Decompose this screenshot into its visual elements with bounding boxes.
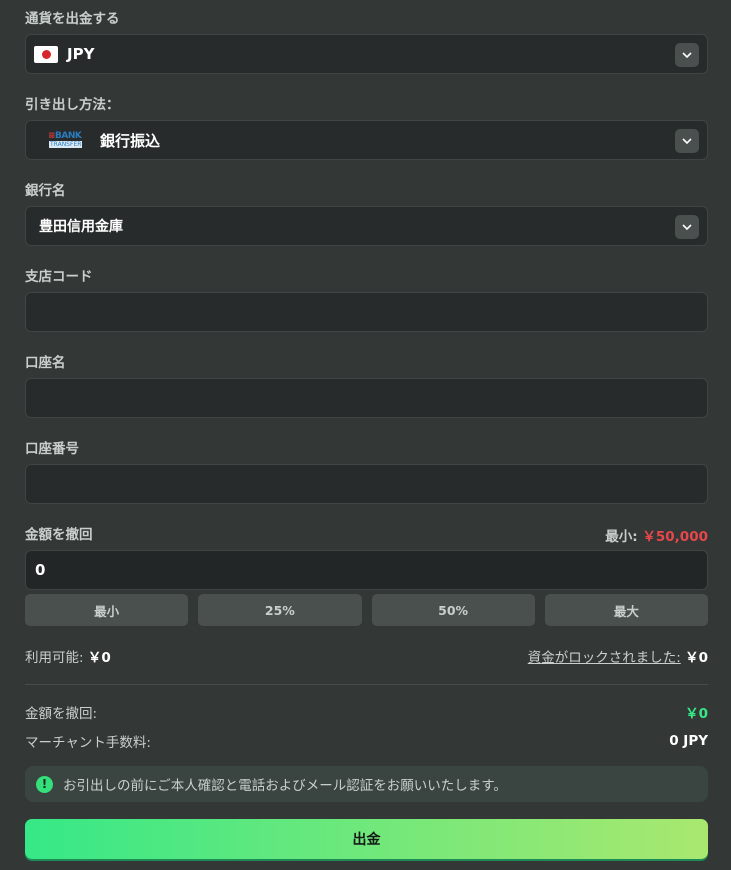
- method-select[interactable]: ≡BANK TRANSFER 銀行振込: [25, 120, 708, 160]
- bank-label: 銀行名: [25, 183, 66, 199]
- bank-select[interactable]: 豊田信用金庫: [25, 206, 708, 246]
- bank-value: 豊田信用金庫: [39, 219, 123, 235]
- 50-percent-button[interactable]: 50%: [371, 594, 535, 626]
- method-label: 引き出し方法：: [25, 97, 120, 113]
- quick-amount-buttons: 最小 25% 50% 最大: [25, 594, 708, 626]
- merchant-fee-label: マーチャント手数料:: [25, 735, 151, 751]
- max-amount-button[interactable]: 最大: [544, 594, 708, 626]
- currency-select[interactable]: JPY: [25, 34, 708, 74]
- merchant-fee-value: 0 JPY: [669, 733, 708, 749]
- verification-notice: ! お引出しの前にご本人確認と電話およびメール認証をお願いいたします。: [25, 766, 708, 802]
- divider: [25, 684, 708, 685]
- branch-code-input[interactable]: [25, 292, 708, 332]
- amount-input[interactable]: 0: [25, 550, 708, 590]
- withdraw-amount-value: ￥0: [685, 706, 708, 722]
- account-name-input[interactable]: [25, 378, 708, 418]
- amount-value: 0: [35, 561, 46, 579]
- amount-label: 金額を撤回: [25, 527, 93, 543]
- minimum-amount: 最小: ￥50,000: [605, 529, 708, 545]
- account-number-input[interactable]: [25, 464, 708, 504]
- method-value: 銀行振込: [100, 131, 161, 150]
- locked-funds[interactable]: 資金がロックされました: ￥0: [528, 646, 708, 666]
- branch-code-label: 支店コード: [25, 269, 93, 285]
- min-amount-button[interactable]: 最小: [25, 594, 189, 626]
- withdraw-amount-label: 金額を撤回:: [25, 706, 98, 722]
- withdraw-submit-button[interactable]: 出金: [25, 819, 708, 859]
- account-number-label: 口座番号: [25, 441, 79, 457]
- notice-text: お引出しの前にご本人確認と電話およびメール認証をお願いいたします。: [63, 778, 507, 794]
- currency-label: 通貨を出金する: [25, 11, 120, 27]
- currency-value: JPY: [67, 45, 95, 63]
- exclamation-icon: !: [36, 775, 53, 793]
- 25-percent-button[interactable]: 25%: [198, 594, 362, 626]
- chevron-down-icon[interactable]: [675, 129, 699, 153]
- bank-transfer-logo-icon: ≡BANK TRANSFER: [48, 131, 83, 148]
- account-name-label: 口座名: [25, 355, 66, 371]
- japan-flag-icon: [34, 45, 58, 63]
- chevron-down-icon[interactable]: [675, 215, 699, 239]
- available-balance: 利用可能: ￥0: [25, 650, 111, 666]
- withdraw-form: 通貨を出金する JPY 引き出し方法： ≡BANK TRANSFER 銀行振込 …: [25, 0, 708, 859]
- chevron-down-icon[interactable]: [675, 43, 699, 67]
